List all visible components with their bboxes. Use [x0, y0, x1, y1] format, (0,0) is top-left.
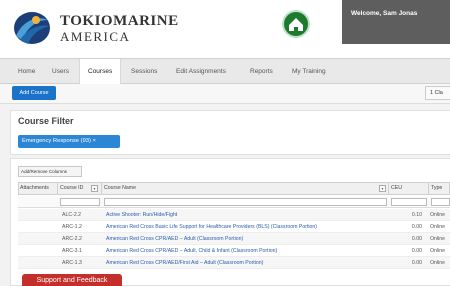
tokiomarine-logo-icon	[14, 12, 50, 44]
course-name-link[interactable]: Active Shooter: Run/Hide/Fight	[106, 209, 177, 221]
table-row[interactable]	[18, 209, 450, 221]
filter-tag-emergency-response[interactable]: Emergency Response (93) ×	[18, 135, 120, 148]
brand-line2: AMERICA	[60, 29, 131, 44]
course-name-filter-input[interactable]	[104, 198, 387, 206]
course-id-cell: ARC-1.3	[62, 260, 82, 266]
add-course-button[interactable]: Add Course	[12, 86, 56, 100]
col-type[interactable]: Type	[429, 182, 450, 195]
course-id-cell: ALC-2.2	[62, 212, 82, 218]
course-name-link[interactable]: American Red Cross CPR/AED – Adult, Chil…	[106, 245, 277, 257]
course-name-link[interactable]: American Red Cross CPR/AED – Adult (Clas…	[106, 233, 243, 245]
nav-sessions[interactable]: Sessions	[131, 59, 157, 85]
ceu-cell: 0.00	[411, 260, 422, 266]
brand-line1: TOKIOMARINE	[60, 13, 179, 29]
col-course-name[interactable]: Course Name	[102, 182, 389, 195]
nav-edit-assignments[interactable]: Edit Assignments	[176, 59, 226, 85]
support-feedback-button[interactable]: Support and Feedback	[22, 274, 122, 286]
col-attachments[interactable]: Attachments	[18, 182, 58, 195]
course-id-cell: ARC-1.2	[62, 224, 82, 230]
course-name-link[interactable]: American Red Cross CPR/AED/First Aid – A…	[106, 257, 263, 269]
col-ceu[interactable]: CEU	[389, 182, 429, 195]
add-remove-columns-button[interactable]: Add/Remove Columns	[18, 166, 82, 177]
ceu-cell: 0.00	[411, 248, 422, 254]
course-filter-title: Course Filter	[18, 116, 74, 126]
course-id-cell: ARC-3.1	[62, 248, 82, 254]
toolbar	[0, 84, 450, 104]
app-header: TOKIOMARINE AMERICA Welcome, Sam Jonas	[0, 0, 450, 58]
course-id-filter-dropdown-icon[interactable]: ▾	[91, 185, 98, 192]
ceu-filter-input[interactable]	[391, 198, 427, 206]
type-cell: Online	[430, 212, 445, 218]
type-cell: Online	[430, 236, 445, 242]
nav-reports[interactable]: Reports	[250, 59, 273, 85]
course-filter-panel	[10, 110, 450, 155]
nav-my-training[interactable]: My Training	[292, 59, 326, 85]
course-name-filter-dropdown-icon[interactable]: ▾	[379, 185, 386, 192]
nav-users[interactable]: Users	[52, 59, 69, 85]
home-icon	[289, 18, 303, 31]
ceu-cell: 0.00	[411, 236, 422, 242]
home-button[interactable]	[282, 10, 310, 38]
class-button[interactable]: 1 Cla	[425, 86, 450, 100]
type-cell: Online	[430, 224, 445, 230]
type-filter-input[interactable]	[431, 198, 450, 206]
nav-home[interactable]: Home	[18, 59, 35, 85]
course-id-filter-input[interactable]	[60, 198, 100, 206]
welcome-message: Welcome, Sam Jonas	[342, 0, 450, 44]
type-cell: Online	[430, 248, 445, 254]
course-id-cell: ARC-2.2	[62, 236, 82, 242]
ceu-cell: 0.10	[411, 212, 422, 218]
course-name-link[interactable]: American Red Cross Basic Life Support fo…	[106, 221, 317, 233]
ceu-cell: 0.00	[411, 224, 422, 230]
nav-courses[interactable]: Courses	[79, 59, 122, 85]
main-nav: Home Users Courses Sessions Edit Assignm…	[0, 58, 450, 85]
type-cell: Online	[430, 260, 445, 266]
